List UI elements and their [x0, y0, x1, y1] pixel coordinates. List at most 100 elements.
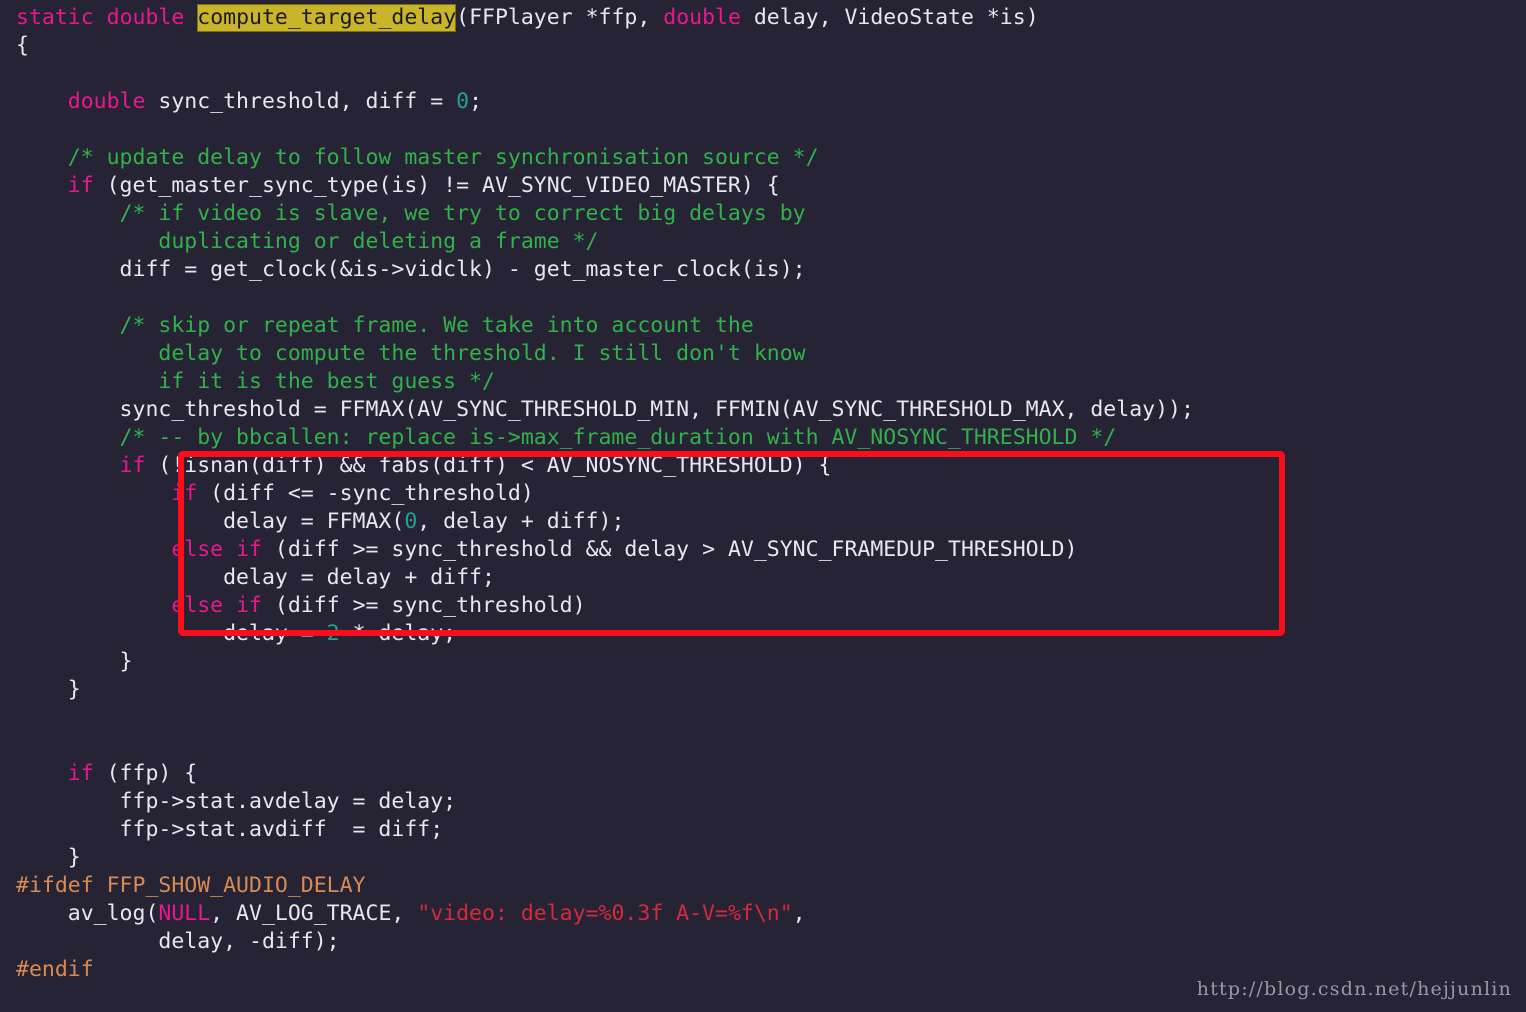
code-line: delay, -diff);	[16, 928, 1194, 956]
watermark-url: http://blog.csdn.net/hejjunlin	[1196, 978, 1512, 1000]
code-token: {	[16, 33, 29, 58]
code-line: if (!isnan(diff) && fabs(diff) < AV_NOSY…	[16, 452, 1194, 480]
code-token: if	[236, 593, 262, 618]
code-token: /* skip or repeat frame. We take into ac…	[16, 313, 754, 338]
code-token: else	[171, 593, 224, 618]
code-line: }	[16, 844, 1194, 872]
code-token: if it is the best guess */	[16, 369, 495, 394]
code-token: "video: delay=%0.3f A-V=%f\n"	[417, 901, 793, 926]
code-token: (!isnan(diff) && fabs(diff) < AV_NOSYNC_…	[145, 453, 832, 478]
code-token: (get_master_sync_type(is) != AV_SYNC_VID…	[93, 173, 780, 198]
code-token: (diff <= -sync_threshold)	[197, 481, 534, 506]
code-token: else	[171, 537, 224, 562]
code-token: delay, VideoState *is)	[740, 5, 1039, 30]
code-line: }	[16, 676, 1194, 704]
code-line: delay = 2 * delay;	[16, 620, 1194, 648]
code-line: if (get_master_sync_type(is) != AV_SYNC_…	[16, 172, 1194, 200]
code-token: ffp->stat.avdelay = delay;	[16, 789, 457, 814]
code-line: else if (diff >= sync_threshold && delay…	[16, 536, 1194, 564]
code-line: {	[16, 32, 1194, 60]
code-token: /* -- by bbcallen: replace is->max_frame…	[16, 425, 1117, 450]
code-token: double	[663, 5, 741, 30]
code-token: if	[119, 453, 146, 478]
code-token: delay =	[16, 621, 327, 646]
code-line: ffp->stat.avdiff = diff;	[16, 816, 1194, 844]
code-line: /* update delay to follow master synchro…	[16, 144, 1194, 172]
code-token: if	[67, 173, 94, 198]
code-line: }	[16, 648, 1194, 676]
code-token: }	[16, 677, 81, 702]
code-token: double	[67, 89, 146, 114]
code-line: av_log(NULL, AV_LOG_TRACE, "video: delay…	[16, 900, 1194, 928]
code-token: delay, -diff);	[16, 929, 340, 954]
code-token: /* update delay to follow master synchro…	[16, 145, 819, 170]
code-line: sync_threshold = FFMAX(AV_SYNC_THRESHOLD…	[16, 396, 1194, 424]
code-token: 0	[456, 89, 470, 114]
code-line: delay to compute the threshold. I still …	[16, 340, 1194, 368]
code-token: if	[171, 481, 198, 506]
code-line: if it is the best guess */	[16, 368, 1194, 396]
code-token: 0	[404, 509, 418, 534]
code-token: ffp->stat.avdiff = diff;	[16, 817, 444, 842]
code-line: static double compute_target_delay(FFPla…	[16, 4, 1194, 32]
code-token: sync_threshold, diff =	[145, 89, 457, 114]
code-line: delay = FFMAX(0, delay + diff);	[16, 508, 1194, 536]
code-line: /* -- by bbcallen: replace is->max_frame…	[16, 424, 1194, 452]
code-token: #ifdef FFP_SHOW_AUDIO_DELAY	[16, 873, 366, 898]
code-line: duplicating or deleting a frame */	[16, 228, 1194, 256]
code-token: (diff >= sync_threshold)	[261, 593, 586, 618]
code-token: diff = get_clock(&is->vidclk) - get_mast…	[16, 257, 806, 282]
code-line: /* skip or repeat frame. We take into ac…	[16, 312, 1194, 340]
code-token: , AV_LOG_TRACE,	[210, 901, 418, 926]
code-token: delay = delay + diff;	[16, 565, 495, 590]
code-token: av_log(	[16, 901, 159, 926]
code-line: else if (diff >= sync_threshold)	[16, 592, 1194, 620]
code-token: if	[236, 537, 262, 562]
code-token: (diff >= sync_threshold && delay > AV_SY…	[261, 537, 1078, 562]
code-token: ,	[792, 901, 806, 926]
code-token: delay = FFMAX(	[16, 509, 405, 534]
code-token: , delay + diff);	[417, 509, 625, 534]
code-token: duplicating or deleting a frame */	[16, 229, 599, 254]
code-line: if (diff <= -sync_threshold)	[16, 480, 1194, 508]
code-line: ffp->stat.avdelay = delay;	[16, 788, 1194, 816]
code-line: double sync_threshold, diff = 0;	[16, 88, 1194, 116]
code-token: double	[106, 5, 185, 30]
code-token: }	[16, 845, 81, 870]
code-token: /* if video is slave, we try to correct …	[16, 201, 806, 226]
code-line: diff = get_clock(&is->vidclk) - get_mast…	[16, 256, 1194, 284]
code-token: #endif	[16, 957, 94, 982]
code-token: NULL	[158, 901, 211, 926]
code-token: ;	[469, 89, 483, 114]
code-token: 2	[326, 621, 340, 646]
code-line: if (ffp) {	[16, 760, 1194, 788]
code-line: delay = delay + diff;	[16, 564, 1194, 592]
code-token: if	[67, 761, 94, 786]
code-token: }	[16, 649, 133, 674]
code-token: static	[16, 5, 94, 30]
code-line: #endif	[16, 956, 1194, 984]
source-code-block[interactable]: static double compute_target_delay(FFPla…	[16, 4, 1194, 1012]
code-line: /* if video is slave, we try to correct …	[16, 200, 1194, 228]
code-line: #ifdef FFP_SHOW_AUDIO_DELAY	[16, 872, 1194, 900]
code-token: * delay;	[339, 621, 457, 646]
code-screenshot: static double compute_target_delay(FFPla…	[0, 0, 1526, 1012]
code-token: sync_threshold = FFMAX(AV_SYNC_THRESHOLD…	[16, 397, 1194, 422]
